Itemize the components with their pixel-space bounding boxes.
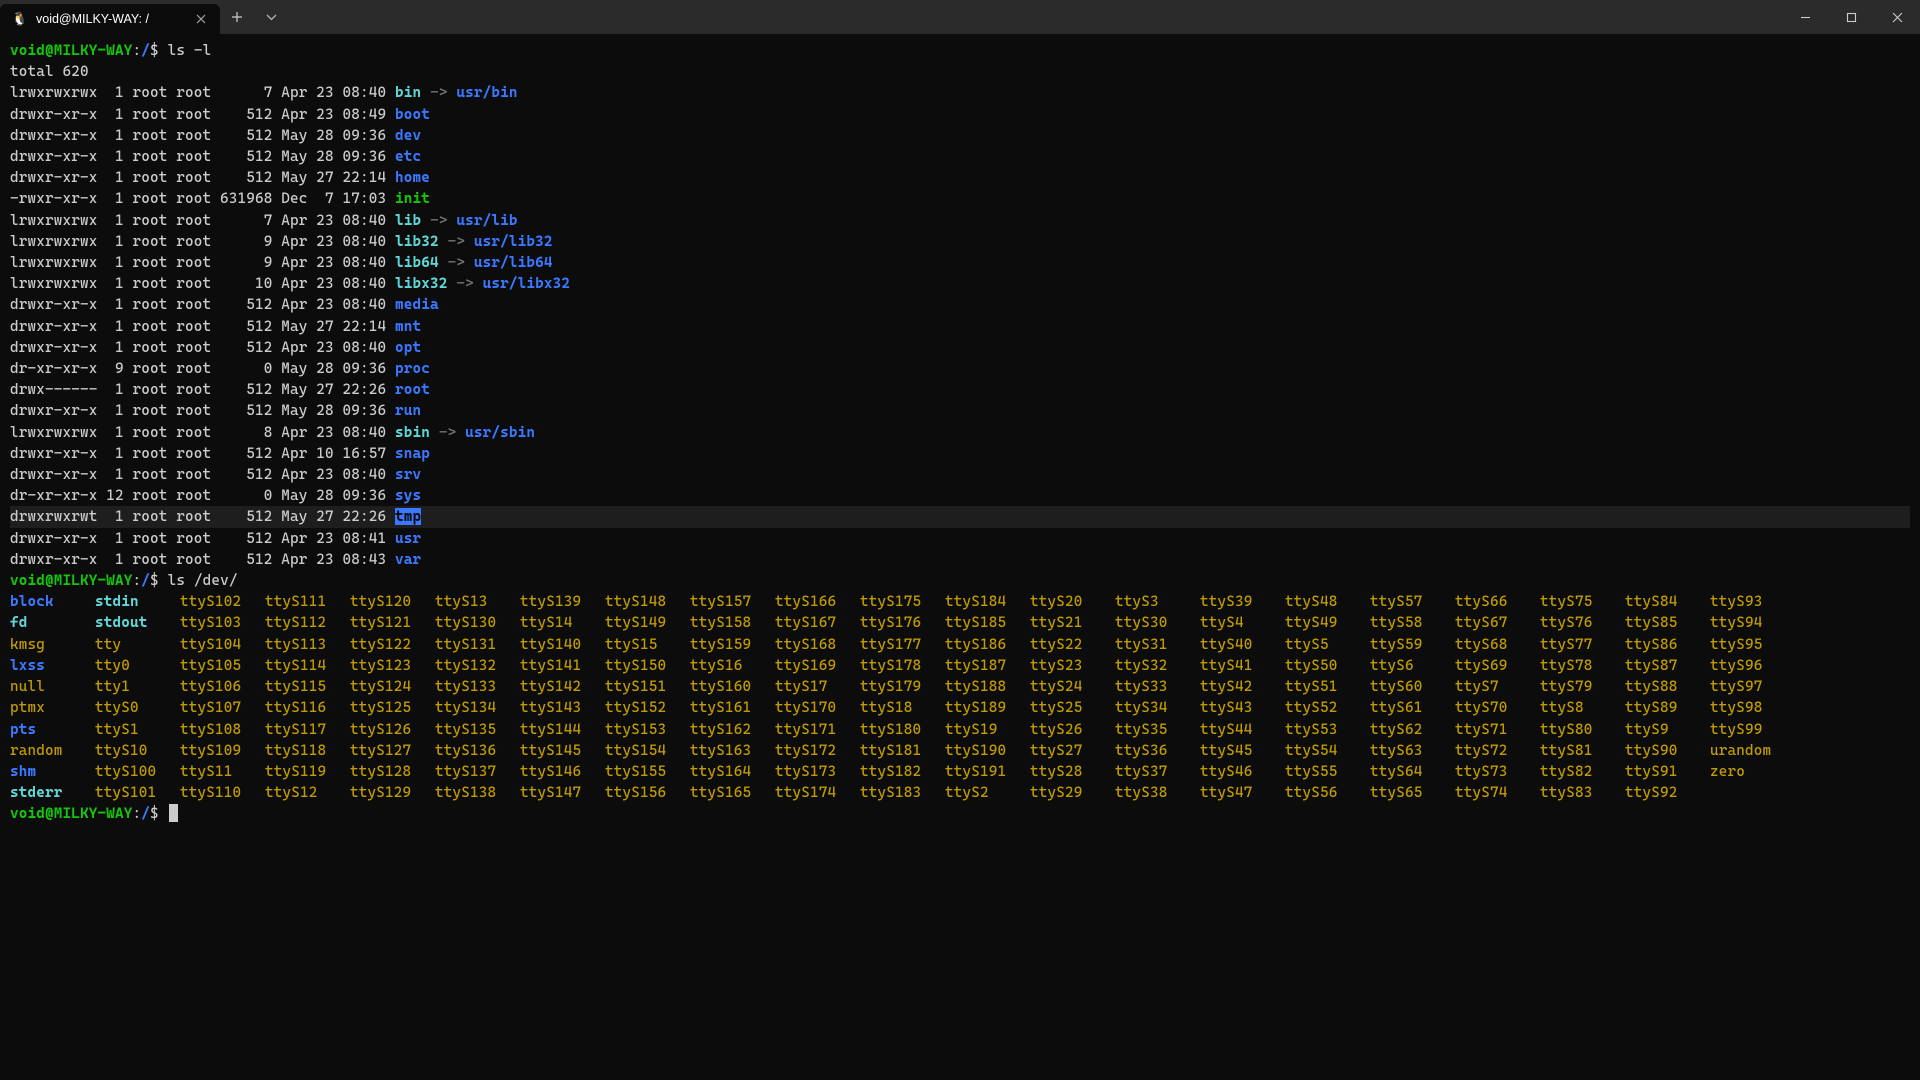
tab-active[interactable]: 🐧 void@MILKY-WAY: / bbox=[0, 4, 220, 34]
new-tab-button[interactable] bbox=[220, 0, 254, 34]
titlebar: 🐧 void@MILKY-WAY: / bbox=[0, 0, 1920, 34]
maximize-icon bbox=[1846, 12, 1857, 23]
close-window-button[interactable] bbox=[1874, 0, 1920, 34]
minimize-button[interactable] bbox=[1782, 0, 1828, 34]
titlebar-drag-area[interactable] bbox=[288, 0, 1782, 34]
tab-dropdown-button[interactable] bbox=[254, 0, 288, 34]
plus-icon bbox=[231, 11, 243, 23]
close-icon bbox=[1892, 12, 1903, 23]
tab-title: void@MILKY-WAY: / bbox=[36, 12, 149, 26]
cursor bbox=[169, 804, 178, 822]
minimize-icon bbox=[1800, 12, 1811, 23]
chevron-down-icon bbox=[266, 14, 277, 21]
maximize-button[interactable] bbox=[1828, 0, 1874, 34]
close-icon bbox=[196, 14, 206, 24]
tab-close-button[interactable] bbox=[192, 10, 210, 28]
tux-icon: 🐧 bbox=[12, 11, 28, 27]
terminal-output[interactable]: void@MILKY-WAY:/$ ls -l total 620 lrwxrw… bbox=[0, 34, 1920, 1080]
